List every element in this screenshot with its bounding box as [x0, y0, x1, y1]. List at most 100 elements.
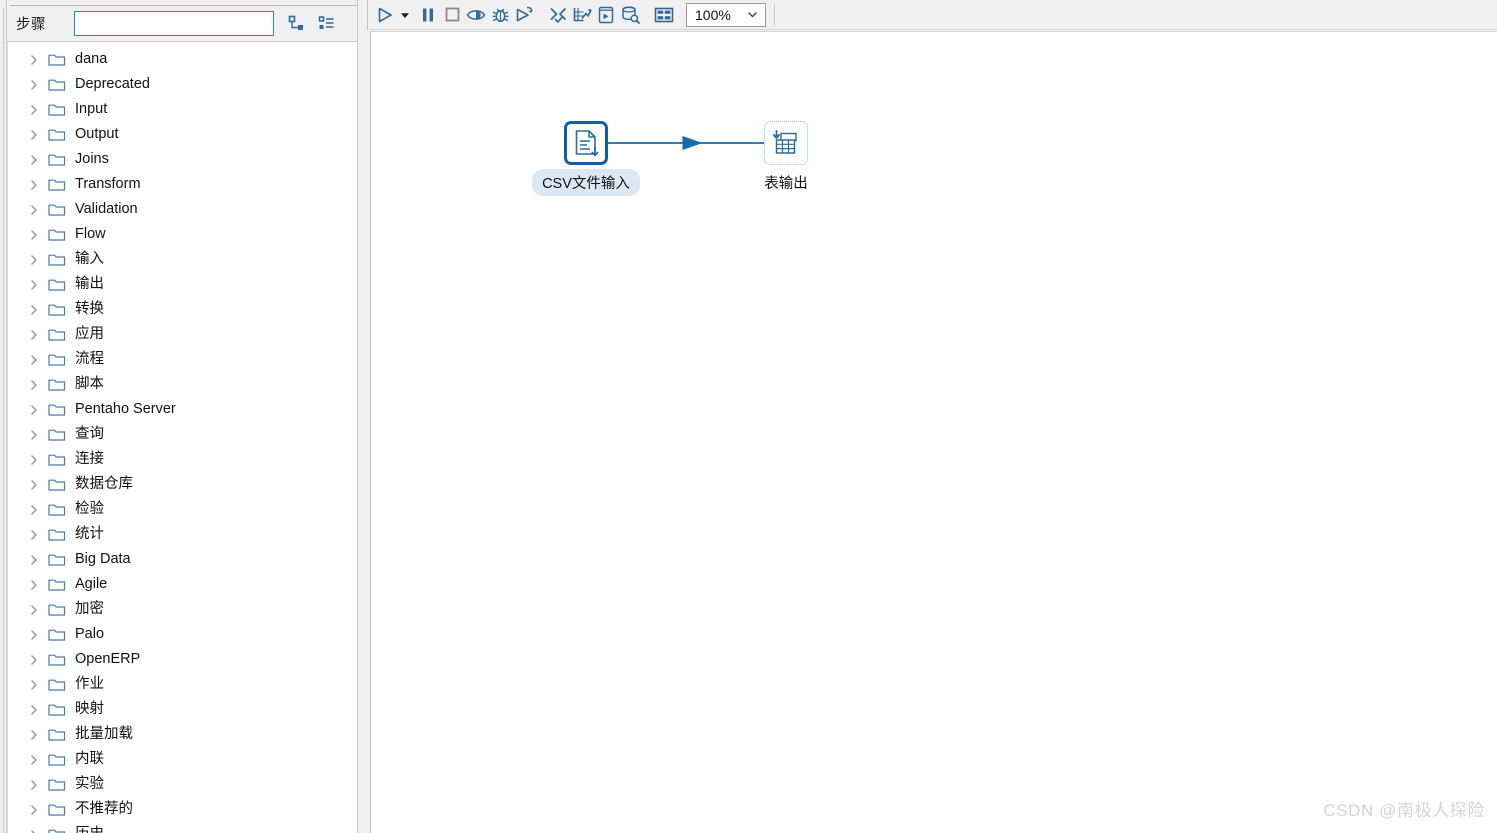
chevron-right-icon[interactable]	[26, 352, 42, 368]
tree-item-24[interactable]: OpenERP	[8, 647, 357, 672]
chevron-right-icon[interactable]	[26, 727, 42, 743]
chevron-right-icon[interactable]	[26, 552, 42, 568]
database-explore-button[interactable]	[618, 3, 642, 27]
tree-item-14[interactable]: Pentaho Server	[8, 397, 357, 422]
tree-item-3[interactable]: Output	[8, 122, 357, 147]
chevron-right-icon[interactable]	[26, 402, 42, 418]
chevron-right-icon[interactable]	[26, 502, 42, 518]
chevron-right-icon[interactable]	[26, 427, 42, 443]
tree-item-label: 脚本	[75, 376, 104, 393]
tree-item-23[interactable]: Palo	[8, 622, 357, 647]
chevron-right-icon[interactable]	[26, 177, 42, 193]
tree-item-11[interactable]: 应用	[8, 322, 357, 347]
folder-icon	[48, 402, 66, 418]
tree-item-10[interactable]: 转换	[8, 297, 357, 322]
chevron-right-icon[interactable]	[26, 227, 42, 243]
tree-item-29[interactable]: 实验	[8, 772, 357, 797]
grid-rows-icon	[654, 7, 674, 23]
tree-item-26[interactable]: 映射	[8, 697, 357, 722]
tree-item-2[interactable]: Input	[8, 97, 357, 122]
chevron-right-icon[interactable]	[26, 302, 42, 318]
chevron-right-icon[interactable]	[26, 677, 42, 693]
tree-item-9[interactable]: 输出	[8, 272, 357, 297]
expand-tree-icon[interactable]	[288, 15, 305, 32]
chevron-right-icon[interactable]	[26, 52, 42, 68]
tree-item-31[interactable]: 历史	[8, 822, 357, 833]
tree-item-19[interactable]: 统计	[8, 522, 357, 547]
tree-item-18[interactable]: 检验	[8, 497, 357, 522]
chevron-right-icon[interactable]	[26, 152, 42, 168]
tree-item-6[interactable]: Validation	[8, 197, 357, 222]
chevron-right-icon[interactable]	[26, 527, 42, 543]
pause-button[interactable]	[416, 3, 440, 27]
run-button[interactable]	[373, 3, 397, 27]
csv-file-icon[interactable]	[564, 121, 608, 165]
folder-icon	[48, 527, 66, 543]
csv-file-input-step[interactable]: CSV文件输入	[532, 121, 640, 196]
folder-icon	[48, 452, 66, 468]
preview-button[interactable]	[464, 3, 488, 27]
tree-item-16[interactable]: 连接	[8, 447, 357, 472]
table-output-step-label: 表输出	[764, 176, 808, 192]
transformation-canvas[interactable]: CSDN @南极人探险 CSV文件输入 表输出	[370, 31, 1497, 833]
folder-icon	[48, 252, 66, 268]
tree-item-7[interactable]: Flow	[8, 222, 357, 247]
tree-item-label: 不推荐的	[75, 801, 133, 818]
folder-icon	[48, 352, 66, 368]
chevron-right-icon[interactable]	[26, 77, 42, 93]
debug-button[interactable]	[488, 3, 512, 27]
chevron-down-icon[interactable]	[746, 8, 759, 21]
tree-item-12[interactable]: 流程	[8, 347, 357, 372]
steps-search-input[interactable]	[74, 11, 274, 36]
chevron-right-icon[interactable]	[26, 102, 42, 118]
tree-item-21[interactable]: Agile	[8, 572, 357, 597]
sql-button[interactable]	[594, 3, 618, 27]
chevron-right-icon[interactable]	[26, 252, 42, 268]
chevron-right-icon[interactable]	[26, 652, 42, 668]
eye-icon	[466, 7, 486, 23]
tree-item-20[interactable]: Big Data	[8, 547, 357, 572]
tree-item-5[interactable]: Transform	[8, 172, 357, 197]
folder-icon	[48, 177, 66, 193]
impact-analysis-button[interactable]	[570, 3, 594, 27]
chevron-right-icon[interactable]	[26, 327, 42, 343]
chevron-right-icon[interactable]	[26, 127, 42, 143]
chevron-right-icon[interactable]	[26, 377, 42, 393]
chevron-right-icon[interactable]	[26, 477, 42, 493]
chevron-right-icon[interactable]	[26, 452, 42, 468]
steps-tree[interactable]: dana Deprecated Input Output Joins Transform V…	[8, 42, 357, 833]
run-options-dropdown[interactable]	[397, 3, 412, 27]
replay-button[interactable]	[512, 3, 536, 27]
chevron-right-icon[interactable]	[26, 702, 42, 718]
tree-item-27[interactable]: 批量加载	[8, 722, 357, 747]
tree-item-13[interactable]: 脚本	[8, 372, 357, 397]
tree-item-25[interactable]: 作业	[8, 672, 357, 697]
tree-item-28[interactable]: 内联	[8, 747, 357, 772]
tree-item-22[interactable]: 加密	[8, 597, 357, 622]
zoom-level-select[interactable]: 100%	[686, 2, 766, 27]
chevron-right-icon[interactable]	[26, 802, 42, 818]
steps-tree-container[interactable]: dana Deprecated Input Output Joins Transform V…	[7, 41, 357, 833]
table-output-icon[interactable]	[764, 121, 808, 165]
chevron-right-icon[interactable]	[26, 827, 42, 833]
table-output-step[interactable]: 表输出	[764, 121, 808, 192]
tree-item-1[interactable]: Deprecated	[8, 72, 357, 97]
collapse-tree-icon[interactable]	[318, 15, 335, 32]
chevron-right-icon[interactable]	[26, 577, 42, 593]
verify-button[interactable]	[546, 3, 570, 27]
chevron-right-icon[interactable]	[26, 277, 42, 293]
tree-item-30[interactable]: 不推荐的	[8, 797, 357, 822]
tree-item-4[interactable]: Joins	[8, 147, 357, 172]
tree-item-15[interactable]: 查询	[8, 422, 357, 447]
tree-item-8[interactable]: 输入	[8, 247, 357, 272]
chevron-right-icon[interactable]	[26, 627, 42, 643]
chevron-right-icon[interactable]	[26, 202, 42, 218]
chevron-right-icon[interactable]	[26, 752, 42, 768]
tree-item-label: Flow	[75, 226, 106, 243]
stop-button[interactable]	[440, 3, 464, 27]
chevron-right-icon[interactable]	[26, 602, 42, 618]
tree-item-17[interactable]: 数据仓库	[8, 472, 357, 497]
tree-item-0[interactable]: dana	[8, 47, 357, 72]
chevron-right-icon[interactable]	[26, 777, 42, 793]
show-grid-button[interactable]	[652, 3, 676, 27]
